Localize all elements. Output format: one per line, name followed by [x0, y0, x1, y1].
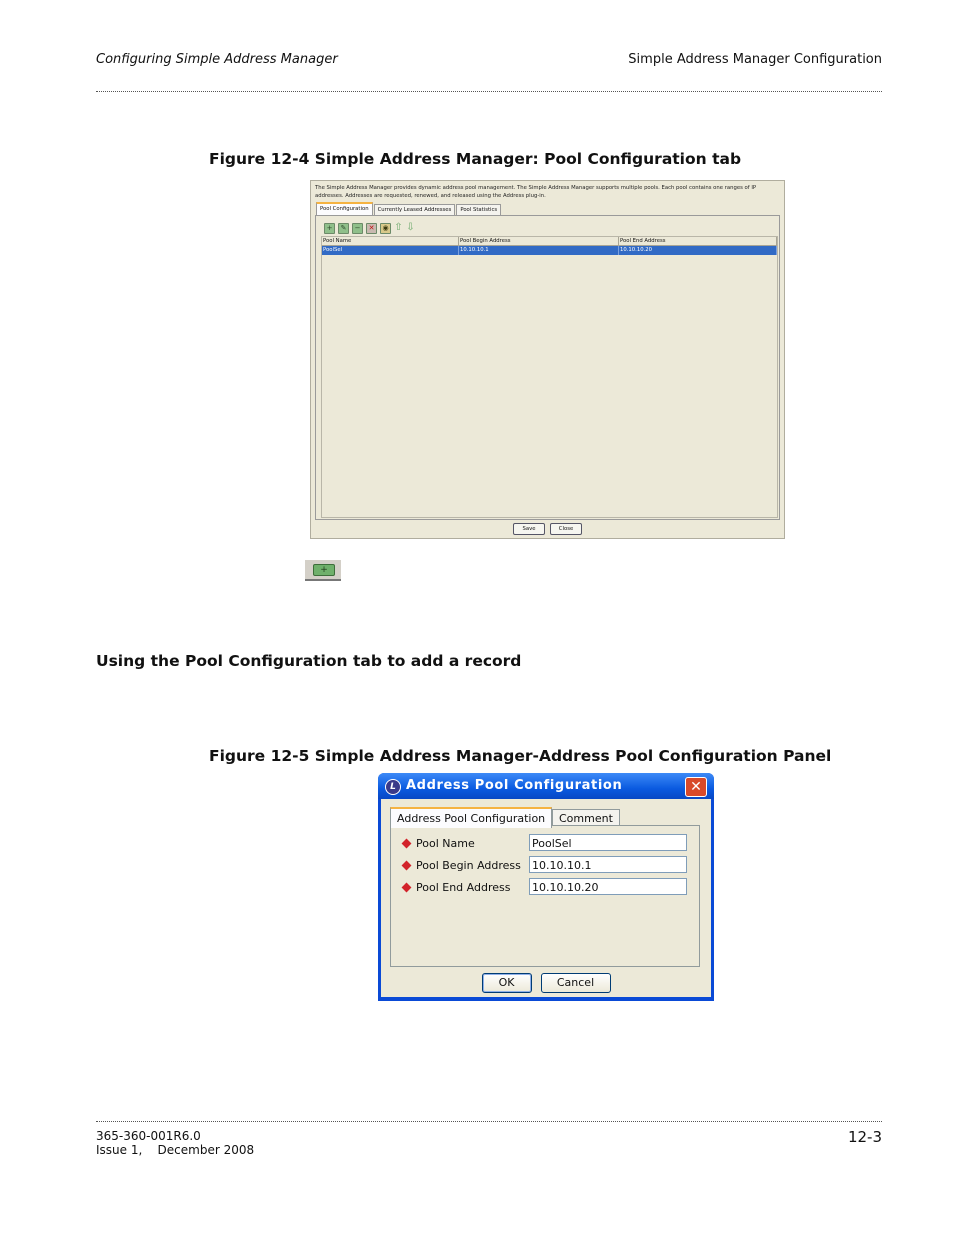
- header-divider: [96, 91, 882, 92]
- add-record-button-image: +: [305, 560, 341, 581]
- save-button[interactable]: Save: [513, 523, 545, 535]
- page-number: 12-3: [847, 1128, 882, 1146]
- pool-table: Pool Name Pool Begin Address Pool End Ad…: [321, 236, 778, 518]
- tab-panel: + ✎ − ✕ ◉ ⇧ ⇩ Pool Name Pool Begin Addre…: [315, 215, 780, 520]
- column-header-pool-end-address[interactable]: Pool End Address: [619, 237, 777, 246]
- pool-name-input[interactable]: PoolSel: [529, 834, 687, 851]
- intro-text: The Simple Address Manager provides dyna…: [315, 185, 757, 199]
- table-header: Pool Name Pool Begin Address Pool End Ad…: [322, 237, 777, 246]
- title-bar[interactable]: L Address Pool Configuration ✕: [378, 773, 714, 799]
- tab-address-pool-configuration[interactable]: Address Pool Configuration: [390, 807, 553, 828]
- move-up-icon[interactable]: ⇧: [394, 223, 403, 233]
- cell-pool-end-address: 10.10.10.20: [619, 246, 777, 255]
- toolbar: + ✎ − ✕ ◉ ⇧ ⇩: [324, 223, 415, 234]
- form-row-pool-begin-address: Pool Begin Address: [401, 856, 521, 874]
- running-header-chapter: Configuring Simple Address Manager: [96, 52, 338, 67]
- dialog-title: Address Pool Configuration: [406, 778, 623, 793]
- figure-caption: Figure 12-5 Simple Address Manager-Addre…: [209, 747, 832, 765]
- ok-button[interactable]: OK: [481, 973, 532, 993]
- form-row-pool-end-address: Pool End Address: [401, 878, 511, 896]
- cell-pool-name: PoolSel: [322, 246, 459, 255]
- field-label: Pool Name: [416, 836, 475, 850]
- app-logo-icon: L: [385, 779, 401, 795]
- cancel-button[interactable]: Cancel: [540, 973, 611, 993]
- address-pool-configuration-dialog: L Address Pool Configuration ✕ Address P…: [378, 773, 714, 1001]
- tab-strip: Pool Configuration Currently Leased Addr…: [316, 202, 502, 216]
- delete-icon[interactable]: ✕: [366, 223, 377, 234]
- dialog-buttons: OK Cancel: [381, 973, 711, 993]
- table-row[interactable]: PoolSel 10.10.10.1 10.10.10.20: [322, 246, 777, 255]
- running-header-section: Simple Address Manager Configuration: [628, 52, 882, 67]
- required-icon: [401, 860, 412, 870]
- figure-caption: Figure 12-4 Simple Address Manager: Pool…: [209, 150, 742, 168]
- pool-configuration-screenshot: The Simple Address Manager provides dyna…: [310, 180, 785, 539]
- remove-icon[interactable]: −: [352, 223, 363, 234]
- edit-icon[interactable]: ✎: [338, 223, 349, 234]
- close-button[interactable]: Close: [550, 523, 582, 535]
- move-down-icon[interactable]: ⇩: [406, 223, 415, 233]
- footer-doc-number: 365-360-001R6.0: [96, 1129, 201, 1143]
- button-bar: Save Close: [311, 523, 784, 535]
- pool-begin-address-input[interactable]: 10.10.10.1: [529, 856, 687, 873]
- close-icon[interactable]: ✕: [685, 777, 707, 797]
- footer-divider: [96, 1121, 882, 1122]
- column-header-pool-name[interactable]: Pool Name: [322, 237, 459, 246]
- field-label: Pool End Address: [416, 880, 511, 894]
- add-record-icon: +: [313, 564, 335, 576]
- footer-issue: Issue 1, December 2008: [96, 1143, 255, 1157]
- form-row-pool-name: Pool Name: [401, 834, 475, 852]
- cell-pool-begin-address: 10.10.10.1: [459, 246, 619, 255]
- pool-end-address-input[interactable]: 10.10.10.20: [529, 878, 687, 895]
- field-label: Pool Begin Address: [416, 858, 521, 872]
- required-icon: [401, 882, 412, 892]
- tab-pool-configuration[interactable]: Pool Configuration: [316, 202, 373, 216]
- dialog-body: Address Pool Configuration Comment Pool …: [381, 799, 711, 997]
- section-heading: Using the Pool Configuration tab to add …: [96, 652, 522, 670]
- save-icon[interactable]: ◉: [380, 223, 391, 234]
- required-icon: [401, 838, 412, 848]
- form-panel: Pool Name PoolSel Pool Begin Address 10.…: [390, 825, 700, 967]
- add-icon[interactable]: +: [324, 223, 335, 234]
- column-header-pool-begin-address[interactable]: Pool Begin Address: [459, 237, 619, 246]
